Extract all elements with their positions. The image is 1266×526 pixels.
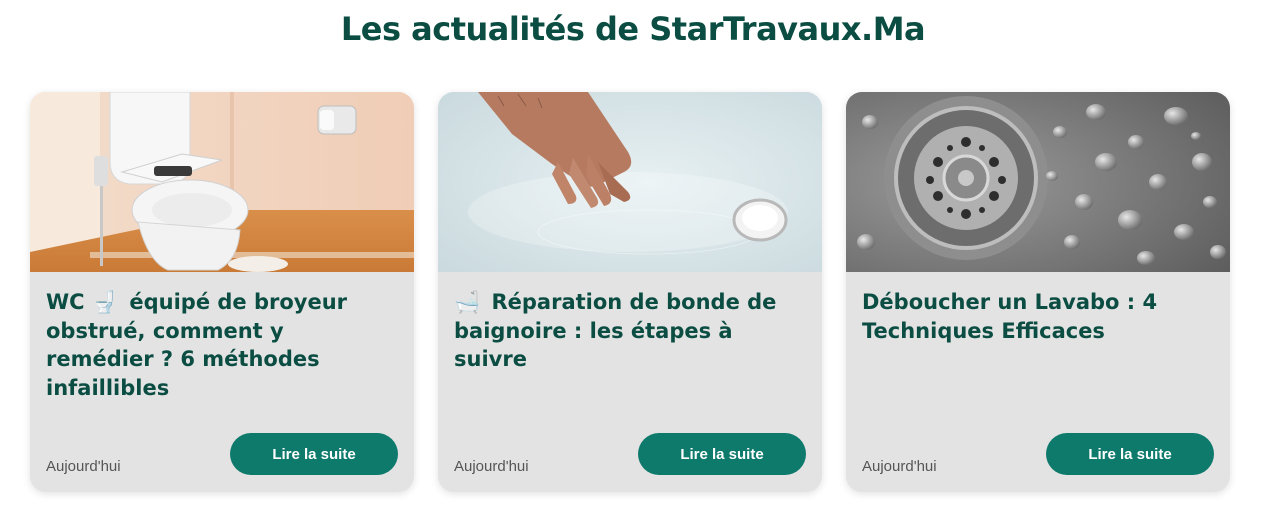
article-image-toilet[interactable] [30,92,414,272]
read-more-button[interactable]: Lire la suite [230,433,398,475]
section-title: Les actualités de StarTravaux.Ma [340,10,926,48]
article-card[interactable]: Déboucher un Lavabo : 4 Techniques Effic… [846,92,1230,492]
article-title-text: Déboucher un Lavabo : 4 Techniques Effic… [862,290,1158,343]
article-title[interactable]: Déboucher un Lavabo : 4 Techniques Effic… [862,288,1214,345]
article-date: Aujourd'hui [862,458,937,475]
read-more-button[interactable]: Lire la suite [1046,433,1214,475]
article-image-sink-drain[interactable] [846,92,1230,272]
article-date: Aujourd'hui [46,458,121,475]
read-more-button[interactable]: Lire la suite [638,433,806,475]
article-card[interactable]: 🛁 Réparation de bonde de baignoire : les… [438,92,822,492]
article-title-text: WC [46,290,85,314]
toilet-icon: 🚽 [91,290,119,314]
article-card[interactable]: WC 🚽 équipé de broyeur obstrué, comment … [30,92,414,492]
bathtub-icon: 🛁 [454,290,481,314]
article-title-text: Réparation de bonde de baignoire : les é… [454,290,777,371]
article-image-bathtub[interactable] [438,92,822,272]
article-title[interactable]: 🛁 Réparation de bonde de baignoire : les… [454,288,806,374]
article-date: Aujourd'hui [454,458,529,475]
article-title[interactable]: WC 🚽 équipé de broyeur obstrué, comment … [46,288,398,402]
